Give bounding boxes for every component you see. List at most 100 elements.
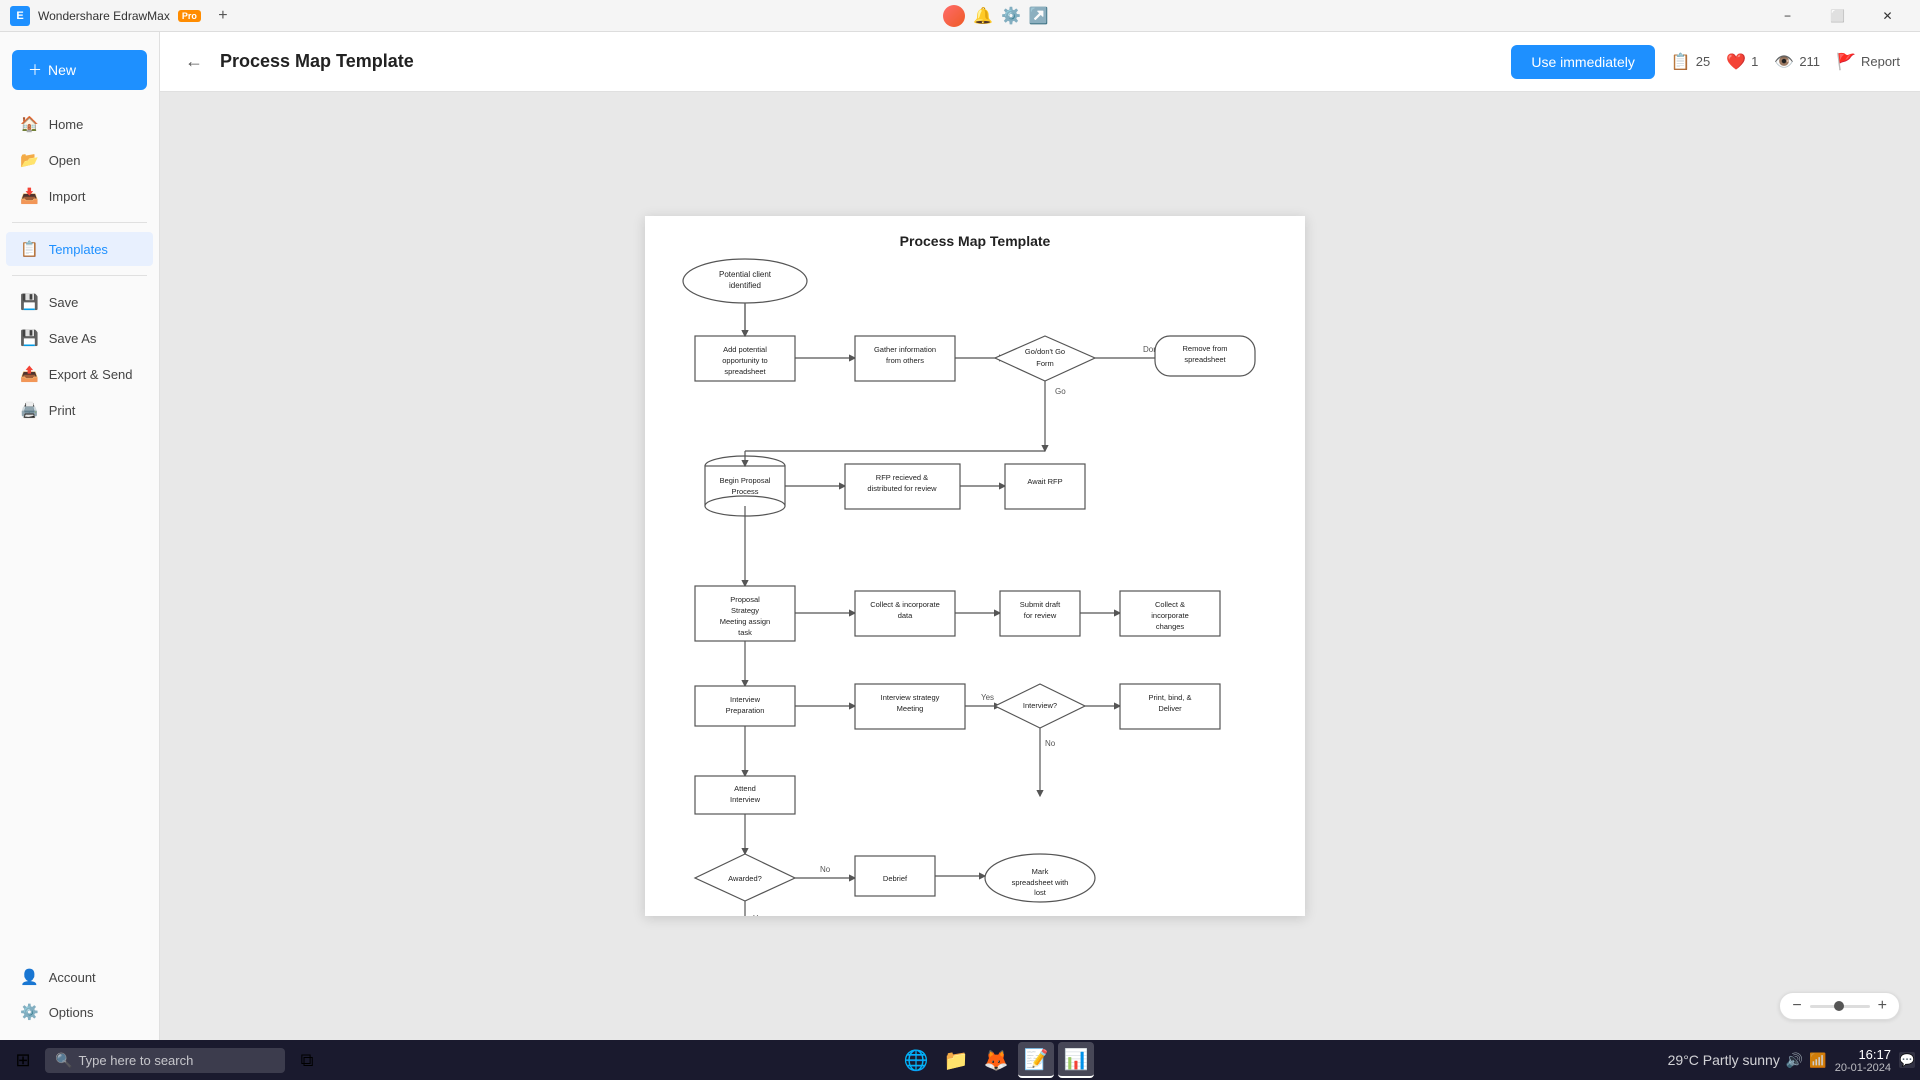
- title-bar: E Wondershare EdrawMax Pro + 🔔 ⚙️ ↗️ − ⬜…: [0, 0, 1920, 32]
- svg-text:Await RFP: Await RFP: [1027, 477, 1062, 486]
- taskbar-app-explorer[interactable]: 📁: [938, 1042, 974, 1078]
- copies-count: 25: [1696, 54, 1710, 69]
- settings-icon[interactable]: ⚙️: [1001, 6, 1021, 26]
- sidebar-item-print[interactable]: 🖨️ Print: [6, 393, 153, 427]
- pro-badge: Pro: [178, 10, 201, 22]
- template-viewer: Process Map Template Potential client id…: [160, 92, 1920, 1040]
- sidebar-label-templates: Templates: [49, 242, 108, 257]
- sidebar-label-save: Save: [49, 295, 79, 310]
- copies-stat[interactable]: 📋 25: [1671, 52, 1710, 72]
- network-icon[interactable]: 📶: [1809, 1052, 1826, 1069]
- sidebar-label-export: Export & Send: [49, 367, 133, 382]
- sidebar-item-account[interactable]: 👤 Account: [6, 960, 153, 994]
- maximize-button[interactable]: ⬜: [1815, 0, 1860, 32]
- user-avatar[interactable]: [943, 5, 965, 27]
- views-count: 211: [1799, 54, 1820, 69]
- main-layout: ＋ New 🏠 Home 📂 Open 📥 Import 📋 Templates…: [0, 32, 1920, 1040]
- sidebar-divider: [12, 222, 147, 223]
- sidebar-item-templates[interactable]: 📋 Templates: [6, 232, 153, 266]
- notification-center[interactable]: 💬: [1899, 1052, 1915, 1068]
- sidebar-item-home[interactable]: 🏠 Home: [6, 107, 153, 141]
- content-area: ← Process Map Template Use immediately 📋…: [160, 32, 1920, 1040]
- sidebar-item-open[interactable]: 📂 Open: [6, 143, 153, 177]
- svg-text:for review: for review: [1024, 611, 1057, 620]
- taskbar-app-word[interactable]: 📝: [1018, 1042, 1054, 1078]
- svg-text:RFP recieved &: RFP recieved &: [876, 473, 928, 482]
- start-button[interactable]: ⊞: [5, 1042, 41, 1078]
- svg-text:Collect & incorporate: Collect & incorporate: [870, 600, 940, 609]
- app-name: Wondershare EdrawMax: [38, 9, 170, 23]
- svg-text:Potential client: Potential client: [719, 270, 772, 279]
- taskbar-app-edge[interactable]: 🌐: [898, 1042, 934, 1078]
- sidebar-label-import: Import: [49, 189, 86, 204]
- new-tab-button[interactable]: +: [209, 2, 237, 30]
- flag-icon: 🚩: [1836, 52, 1856, 72]
- views-icon: 👁️: [1774, 52, 1794, 72]
- svg-text:incorporate: incorporate: [1151, 611, 1189, 620]
- minimize-button[interactable]: −: [1765, 0, 1810, 32]
- svg-text:distributed for review: distributed for review: [867, 484, 937, 493]
- search-placeholder: Type here to search: [78, 1053, 193, 1068]
- likes-stat[interactable]: ❤️ 1: [1726, 52, 1758, 72]
- taskbar-right: 29°C Partly sunny 🔊 📶 16:17 20-01-2024 💬: [1668, 1047, 1915, 1074]
- zoom-thumb: [1834, 1001, 1844, 1011]
- sidebar-item-save[interactable]: 💾 Save: [6, 285, 153, 319]
- svg-text:Gather information: Gather information: [874, 345, 936, 354]
- zoom-slider[interactable]: [1810, 1005, 1870, 1008]
- clock: 16:17 20-01-2024: [1835, 1047, 1891, 1074]
- zoom-in-button[interactable]: +: [1878, 997, 1887, 1015]
- use-immediately-button[interactable]: Use immediately: [1511, 45, 1654, 79]
- plus-icon: ＋: [28, 60, 42, 80]
- share-icon[interactable]: ↗️: [1029, 6, 1049, 26]
- sidebar-label-home: Home: [49, 117, 84, 132]
- sidebar-bottom: 👤 Account ⚙️ Options: [0, 959, 159, 1030]
- svg-text:Debrief: Debrief: [883, 874, 908, 883]
- bell-icon[interactable]: 🔔: [973, 6, 993, 26]
- back-button[interactable]: ←: [180, 48, 208, 76]
- svg-text:Form: Form: [1036, 359, 1054, 368]
- print-icon: 🖨️: [20, 401, 39, 419]
- svg-text:Go/don't Go: Go/don't Go: [1025, 347, 1065, 356]
- sidebar-item-export[interactable]: 📤 Export & Send: [6, 357, 153, 391]
- svg-text:Remove from: Remove from: [1182, 344, 1227, 353]
- svg-text:spreadsheet: spreadsheet: [724, 367, 766, 376]
- sidebar-label-save-as: Save As: [49, 331, 97, 346]
- save-icon: 💾: [20, 293, 39, 311]
- svg-text:data: data: [898, 611, 913, 620]
- weather-text: 29°C Partly sunny: [1668, 1052, 1780, 1068]
- sidebar-label-options: Options: [49, 1005, 94, 1020]
- volume-icon[interactable]: 🔊: [1786, 1052, 1803, 1069]
- report-button[interactable]: 🚩 Report: [1836, 52, 1900, 72]
- taskbar-app-cortana[interactable]: 🦊: [978, 1042, 1014, 1078]
- task-view-button[interactable]: ⧉: [289, 1042, 325, 1078]
- search-icon: 🔍: [55, 1052, 72, 1069]
- flowchart-svg: Process Map Template Potential client id…: [645, 216, 1305, 916]
- taskbar-left: ⊞ 🔍 Type here to search ⧉: [5, 1042, 325, 1078]
- svg-text:Proposal: Proposal: [730, 595, 760, 604]
- zoom-out-button[interactable]: −: [1792, 997, 1801, 1015]
- taskbar-app-edraw[interactable]: 📊: [1058, 1042, 1094, 1078]
- new-button-label: New: [48, 62, 76, 78]
- svg-text:Submit draft: Submit draft: [1020, 600, 1061, 609]
- app-icon: E: [10, 6, 30, 26]
- close-button[interactable]: ✕: [1865, 0, 1910, 32]
- svg-text:Interview: Interview: [730, 695, 761, 704]
- account-icon: 👤: [20, 968, 39, 986]
- taskbar-search[interactable]: 🔍 Type here to search: [45, 1048, 285, 1073]
- svg-text:opportunity to: opportunity to: [722, 356, 767, 365]
- svg-text:Process Map Template: Process Map Template: [900, 233, 1051, 249]
- taskbar: ⊞ 🔍 Type here to search ⧉ 🌐 📁 🦊 📝 📊 29°C…: [0, 1040, 1920, 1080]
- sidebar-item-save-as[interactable]: 💾 Save As: [6, 321, 153, 355]
- sidebar-label-open: Open: [49, 153, 81, 168]
- time-display: 16:17: [1835, 1047, 1891, 1062]
- svg-text:from others: from others: [886, 356, 924, 365]
- svg-text:spreadsheet: spreadsheet: [1184, 355, 1226, 364]
- sidebar-item-options[interactable]: ⚙️ Options: [6, 995, 153, 1029]
- sidebar-item-import[interactable]: 📥 Import: [6, 179, 153, 213]
- views-stat[interactable]: 👁️ 211: [1774, 52, 1820, 72]
- system-icons: 29°C Partly sunny 🔊 📶: [1668, 1052, 1827, 1069]
- title-bar-left: E Wondershare EdrawMax Pro +: [10, 2, 237, 30]
- title-bar-icons: 🔔 ⚙️ ↗️: [943, 5, 1049, 27]
- sidebar-divider-2: [12, 275, 147, 276]
- new-button[interactable]: ＋ New: [12, 50, 147, 90]
